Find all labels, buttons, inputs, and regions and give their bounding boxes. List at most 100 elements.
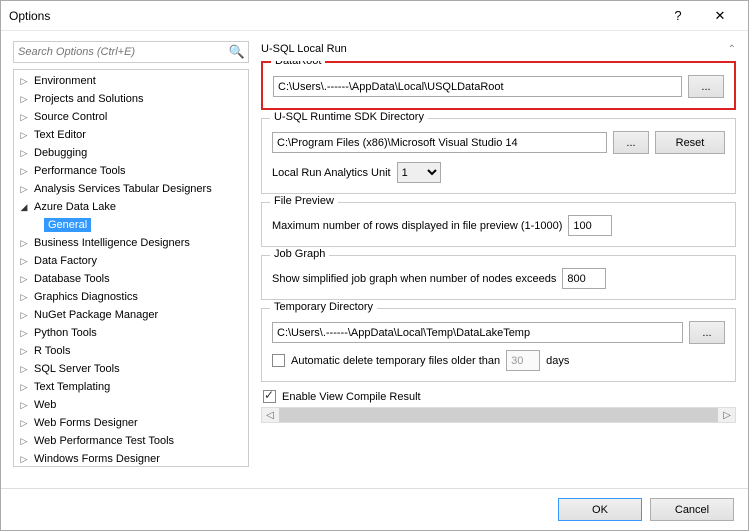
group-title-runtime: U-SQL Runtime SDK Directory: [270, 111, 428, 123]
tree-item-label: Database Tools: [30, 272, 114, 286]
tree-item-label: Web: [30, 398, 60, 412]
tempdir-input[interactable]: [272, 322, 683, 343]
chevron-right-icon[interactable]: ▷: [18, 112, 30, 123]
runtime-browse-button[interactable]: ...: [613, 131, 649, 154]
tree-item-label: Environment: [30, 74, 100, 88]
tree-item-label: Windows Forms Designer: [30, 452, 164, 466]
tree-item[interactable]: ▷Analysis Services Tabular Designers: [14, 180, 248, 198]
runtime-reset-button[interactable]: Reset: [655, 131, 725, 154]
tree-item[interactable]: ▷Text Templating: [14, 378, 248, 396]
window-title: Options: [9, 9, 658, 23]
chevron-right-icon[interactable]: ▷: [18, 256, 30, 267]
group-title-dataroot: DataRoot: [271, 61, 325, 67]
tree-item[interactable]: ▷Text Editor: [14, 126, 248, 144]
chevron-right-icon[interactable]: ▷: [18, 94, 30, 105]
chevron-right-icon[interactable]: ▷: [18, 418, 30, 429]
tree-item-label: Data Factory: [30, 254, 101, 268]
close-button[interactable]: ✕: [700, 2, 740, 30]
enable-compile-label: Enable View Compile Result: [282, 391, 421, 403]
tree-item[interactable]: ◢Azure Data Lake: [14, 198, 248, 216]
cancel-button[interactable]: Cancel: [650, 498, 734, 521]
tree-item-label: R Tools: [30, 344, 74, 358]
tempdir-autodelete-checkbox[interactable]: [272, 354, 285, 367]
tempdir-browse-button[interactable]: ...: [689, 321, 725, 344]
tree-item[interactable]: ▷Performance Tools: [14, 162, 248, 180]
chevron-right-icon[interactable]: ▷: [18, 292, 30, 303]
tree-item[interactable]: ▷Graphics Diagnostics: [14, 288, 248, 306]
tree-item-label: Text Editor: [30, 128, 90, 142]
tempdir-group: Temporary Directory ... Automatic delete…: [261, 308, 736, 382]
tree-item-label: Analysis Services Tabular Designers: [30, 182, 216, 196]
dataroot-browse-button[interactable]: ...: [688, 75, 724, 98]
tempdir-days-input: [506, 350, 540, 371]
search-icon[interactable]: 🔍: [229, 44, 245, 60]
tree-item[interactable]: ▷SQL Server Tools: [14, 360, 248, 378]
scroll-right-icon[interactable]: ▷: [719, 410, 735, 421]
chevron-right-icon[interactable]: ▷: [18, 364, 30, 375]
tree-item-label: Graphics Diagnostics: [30, 290, 142, 304]
help-button[interactable]: ?: [658, 2, 698, 30]
chevron-right-icon[interactable]: ▷: [18, 346, 30, 357]
enable-compile-checkbox[interactable]: [263, 390, 276, 403]
tree-item[interactable]: ▷Environment: [14, 72, 248, 90]
chevron-right-icon[interactable]: ▷: [18, 184, 30, 195]
chevron-right-icon[interactable]: ▷: [18, 382, 30, 393]
tree-item[interactable]: ▷Windows Forms Designer: [14, 450, 248, 467]
chevron-right-icon[interactable]: ▷: [18, 328, 30, 339]
chevron-down-icon[interactable]: ◢: [18, 202, 30, 213]
chevron-right-icon[interactable]: ▷: [18, 436, 30, 447]
tree-item-label: General: [44, 218, 91, 232]
ok-button[interactable]: OK: [558, 498, 642, 521]
jobgraph-label: Show simplified job graph when number of…: [272, 273, 556, 285]
tree-item[interactable]: ▷Projects and Solutions: [14, 90, 248, 108]
filepreview-input[interactable]: [568, 215, 612, 236]
tree-item[interactable]: ▷Database Tools: [14, 270, 248, 288]
chevron-right-icon[interactable]: ▷: [18, 130, 30, 141]
tree-item[interactable]: ▷Python Tools: [14, 324, 248, 342]
tree-item[interactable]: ▷Web Forms Designer: [14, 414, 248, 432]
tree-item-label: Python Tools: [30, 326, 101, 340]
collapse-icon[interactable]: ⌃: [728, 44, 736, 55]
group-title-filepreview: File Preview: [270, 195, 338, 207]
filepreview-group: File Preview Maximum number of rows disp…: [261, 202, 736, 247]
chevron-right-icon[interactable]: ▷: [18, 238, 30, 249]
chevron-right-icon[interactable]: ▷: [18, 148, 30, 159]
section-title: U-SQL Local Run: [261, 43, 347, 55]
tree-item[interactable]: ▷Data Factory: [14, 252, 248, 270]
runtime-input[interactable]: [272, 132, 607, 153]
horizontal-scrollbar[interactable]: ◁ ▷: [261, 407, 736, 423]
chevron-right-icon[interactable]: ▷: [18, 76, 30, 87]
chevron-right-icon[interactable]: ▷: [18, 274, 30, 285]
scroll-thumb[interactable]: [279, 408, 718, 422]
tree-item-label: Source Control: [30, 110, 111, 124]
tree-item-label: Text Templating: [30, 380, 114, 394]
tempdir-autodelete-label1: Automatic delete temporary files older t…: [291, 355, 500, 367]
tree-item[interactable]: ▷Web Performance Test Tools: [14, 432, 248, 450]
tree-item[interactable]: ▷Source Control: [14, 108, 248, 126]
tree-item[interactable]: ▷NuGet Package Manager: [14, 306, 248, 324]
tree-item[interactable]: ▷R Tools: [14, 342, 248, 360]
tree-item[interactable]: ▷Debugging: [14, 144, 248, 162]
tree-item-label: Debugging: [30, 146, 91, 160]
tree-item-label: Business Intelligence Designers: [30, 236, 194, 250]
tree-item-label: Projects and Solutions: [30, 92, 147, 106]
search-input[interactable]: [13, 41, 249, 63]
chevron-right-icon[interactable]: ▷: [18, 166, 30, 177]
group-title-tempdir: Temporary Directory: [270, 301, 377, 313]
filepreview-label: Maximum number of rows displayed in file…: [272, 220, 562, 232]
scroll-left-icon[interactable]: ◁: [262, 410, 278, 421]
titlebar: Options ? ✕: [1, 1, 748, 31]
tree-item[interactable]: General: [14, 216, 248, 234]
chevron-right-icon[interactable]: ▷: [18, 454, 30, 465]
chevron-right-icon[interactable]: ▷: [18, 310, 30, 321]
jobgraph-input[interactable]: [562, 268, 606, 289]
chevron-right-icon[interactable]: ▷: [18, 400, 30, 411]
dataroot-group: DataRoot ...: [261, 61, 736, 110]
tree-item[interactable]: ▷Web: [14, 396, 248, 414]
dataroot-input[interactable]: [273, 76, 682, 97]
options-tree[interactable]: ▷Environment▷Projects and Solutions▷Sour…: [13, 69, 249, 467]
group-title-jobgraph: Job Graph: [270, 248, 329, 260]
tree-item[interactable]: ▷Business Intelligence Designers: [14, 234, 248, 252]
analytics-unit-select[interactable]: 1: [397, 162, 441, 183]
tree-item-label: Web Forms Designer: [30, 416, 142, 430]
